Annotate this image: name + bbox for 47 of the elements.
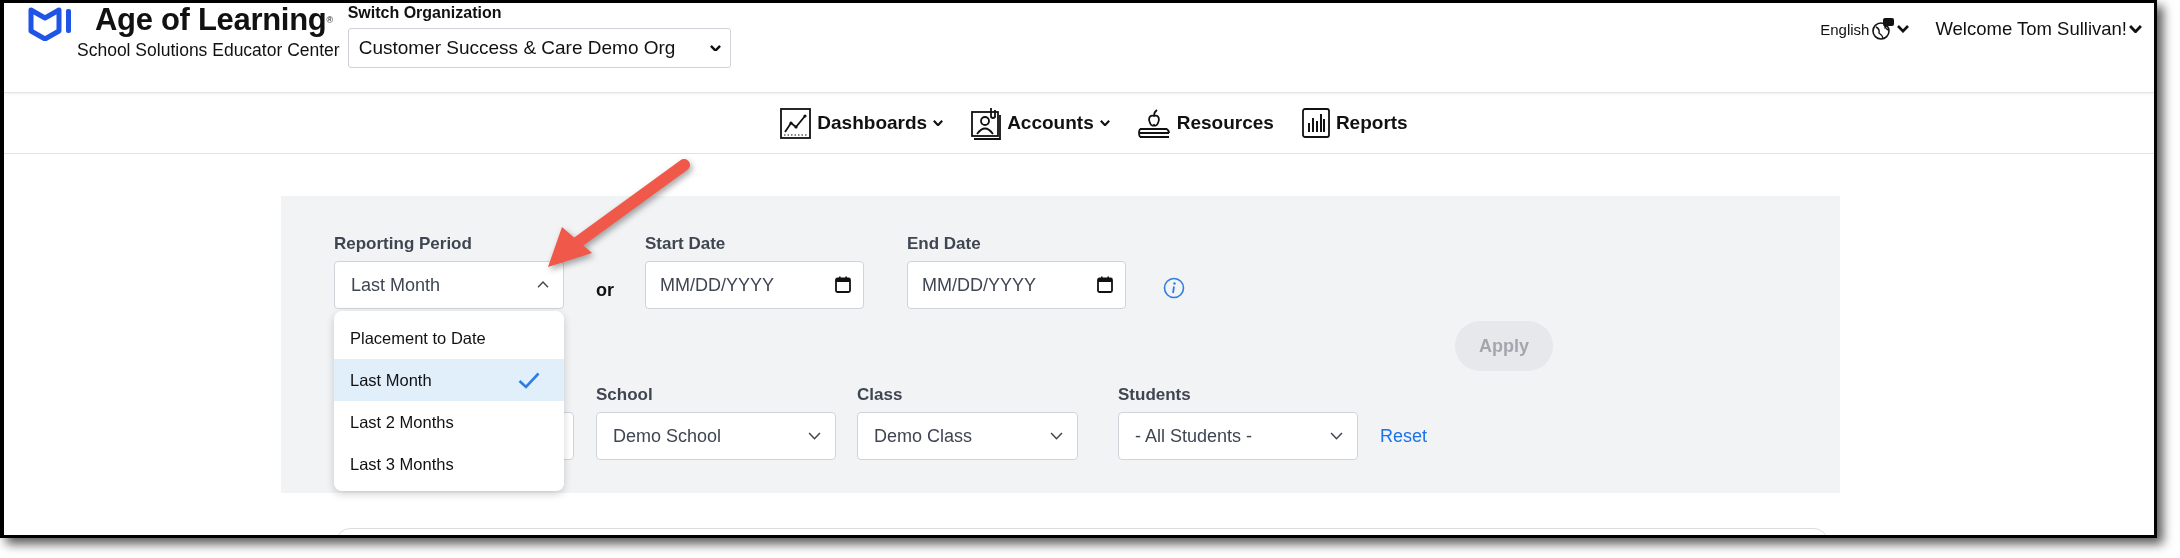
field-label: Reporting Period [334,234,473,254]
chevron-down-icon [1330,432,1343,440]
date-field[interactable]: MM/DD/YYYY [907,261,1126,309]
nav-link[interactable]: Resources [1137,107,1274,139]
field-label: Students [1118,385,1192,405]
chevron-down-icon [1897,25,1910,33]
checkmark-icon [518,371,540,389]
info-icon[interactable] [1163,277,1185,299]
calendar-icon[interactable] [835,276,851,293]
organization-label: Switch Organization [347,3,503,23]
nav-link[interactable]: Accounts [971,106,1110,140]
reset-link[interactable]: Reset [1380,426,1428,447]
logo-icon [28,7,74,41]
organization-select[interactable]: Customer Success & Care Demo Org [347,28,731,68]
field-label: School [596,385,654,405]
chevron-down-icon [808,432,821,440]
field-label: Class [857,385,904,405]
dropdown-option[interactable]: Last 2 Months [334,401,564,443]
bar-chart-icon [1301,108,1330,138]
globe-speech-icon [1871,17,1896,41]
filter-select[interactable]: Demo School [596,412,836,460]
field-label: End Date [907,234,982,254]
nav-link[interactable]: Dashboards [780,107,944,139]
book-apple-icon [1137,107,1171,139]
user-menu[interactable]: Welcome Tom Sullivan! [1935,18,2142,40]
logo-subtitle: School Solutions Educator Center [77,40,340,61]
or-text: or [596,280,614,301]
dropdown-option[interactable]: Last 3 Months [334,443,564,485]
person-board-icon [971,106,1002,140]
filter-select[interactable]: - All Students - [1118,412,1358,460]
chevron-down-icon [2129,25,2142,33]
reporting-period-select[interactable]: Last Month [334,261,564,309]
chevron-down-icon [1050,432,1063,440]
calendar-icon[interactable] [1097,276,1113,293]
dropdown-option[interactable]: Placement to Date [334,317,564,359]
chevron-down-icon [709,44,721,52]
logo-title: Age of Learning$^{®}$ [95,3,334,37]
field-label: Start Date [645,234,727,254]
language-menu[interactable]: English [1820,17,1910,41]
dropdown-option[interactable]: Last Month [334,359,564,401]
line-chart-icon [780,107,812,139]
date-field[interactable]: MM/DD/YYYY [645,261,864,309]
filter-select[interactable]: Demo Class [857,412,1078,460]
nav-link[interactable]: Reports [1301,108,1408,138]
chevron-down-icon [1099,120,1110,126]
chevron-down-icon [933,120,944,126]
chevron-up-icon [537,281,549,289]
